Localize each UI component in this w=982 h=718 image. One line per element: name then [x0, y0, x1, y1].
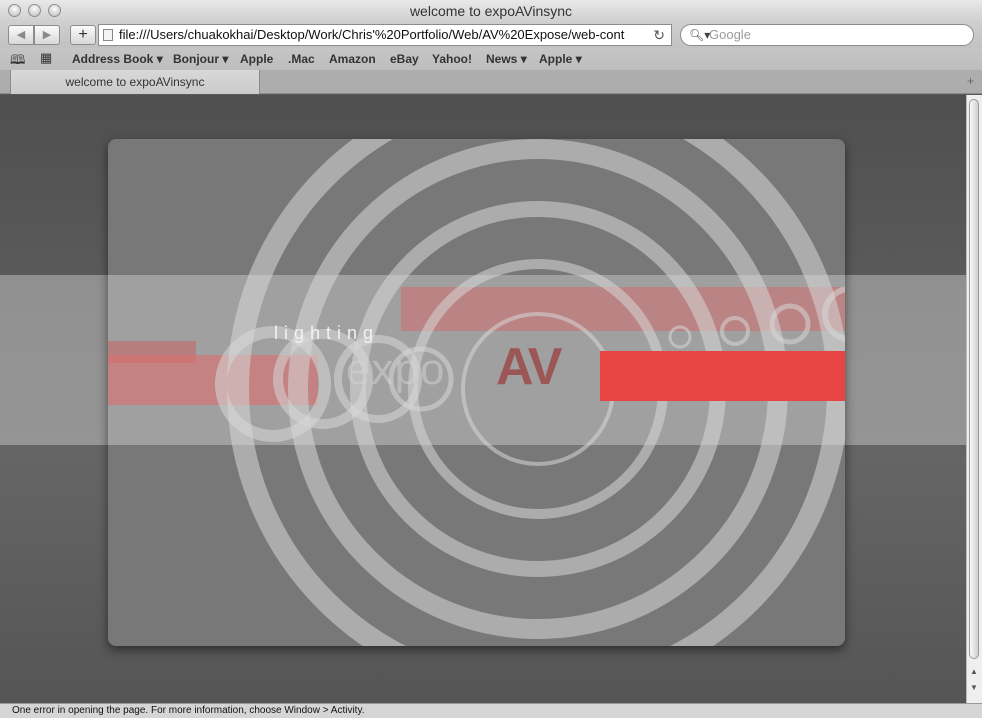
bookmark-ebay[interactable]: eBay	[390, 52, 419, 66]
toolbar: ◀ ▶ + file:///Users/chuakokhai/Desktop/W…	[0, 22, 982, 48]
page-content: lighting expo AV	[0, 95, 966, 703]
reload-icon[interactable]: ↻	[649, 25, 665, 45]
search-placeholder: Google	[709, 27, 751, 42]
page-icon	[103, 29, 113, 41]
logo-expo-text: expo	[346, 345, 446, 394]
add-bookmark-button[interactable]: +	[70, 25, 96, 45]
tab-welcome[interactable]: welcome to expoAVinsync	[10, 70, 260, 94]
forward-button[interactable]: ▶	[34, 25, 60, 45]
bookmark-mac[interactable]: .Mac	[288, 52, 315, 66]
chevron-down-icon: ▾	[222, 52, 229, 66]
circles-graphic	[108, 139, 845, 646]
bookmark-amazon[interactable]: Amazon	[329, 52, 376, 66]
logo-av-text: AV	[496, 338, 562, 396]
bookmark-address-book[interactable]: Address Book ▾	[72, 52, 163, 66]
bookmark-bonjour[interactable]: Bonjour ▾	[173, 52, 228, 66]
bookmark-yahoo[interactable]: Yahoo!	[432, 52, 472, 66]
bookmark-apple-menu[interactable]: Apple ▾	[539, 52, 582, 66]
plus-icon: +	[78, 26, 88, 43]
tab-bar: welcome to expoAVinsync +	[0, 70, 982, 94]
status-bar: One error in opening the page. For more …	[0, 703, 982, 718]
scroll-up-icon[interactable]: ▲	[970, 667, 978, 676]
scroll-thumb[interactable]	[969, 99, 979, 659]
scroll-down-icon[interactable]: ▼	[970, 683, 978, 692]
logo-lighting-text: lighting	[274, 323, 380, 343]
bookmark-apple[interactable]: Apple	[240, 52, 273, 66]
chevron-down-icon: ▾	[520, 52, 527, 66]
vertical-scrollbar[interactable]: ▲ ▼	[966, 95, 982, 703]
chevron-down-icon: ▾	[156, 52, 163, 66]
accent-bar	[600, 351, 845, 401]
search-field[interactable]: 🔍︎▾ Google	[680, 24, 974, 46]
forward-arrow-icon: ▶	[42, 29, 52, 41]
back-arrow-icon: ◀	[16, 29, 26, 41]
bookmark-news[interactable]: News ▾	[486, 52, 527, 66]
splash-panel[interactable]: lighting expo AV	[108, 139, 845, 646]
address-field[interactable]: file:///Users/chuakokhai/Desktop/Work/Ch…	[98, 24, 672, 46]
back-button[interactable]: ◀	[8, 25, 34, 45]
address-text: file:///Users/chuakokhai/Desktop/Work/Ch…	[119, 27, 625, 42]
grid-icon[interactable]: ▦	[40, 50, 52, 66]
new-tab-icon[interactable]: +	[967, 74, 974, 88]
window-title: welcome to expoAVinsync	[409, 3, 573, 19]
bookmarks-bar: 🕮 ▦ Address Book ▾ Bonjour ▾ Apple .Mac …	[0, 48, 982, 70]
title-bar: welcome to expoAVinsync	[0, 0, 982, 22]
chevron-down-icon: ▾	[575, 52, 582, 66]
search-icon: 🔍︎▾	[689, 28, 711, 42]
